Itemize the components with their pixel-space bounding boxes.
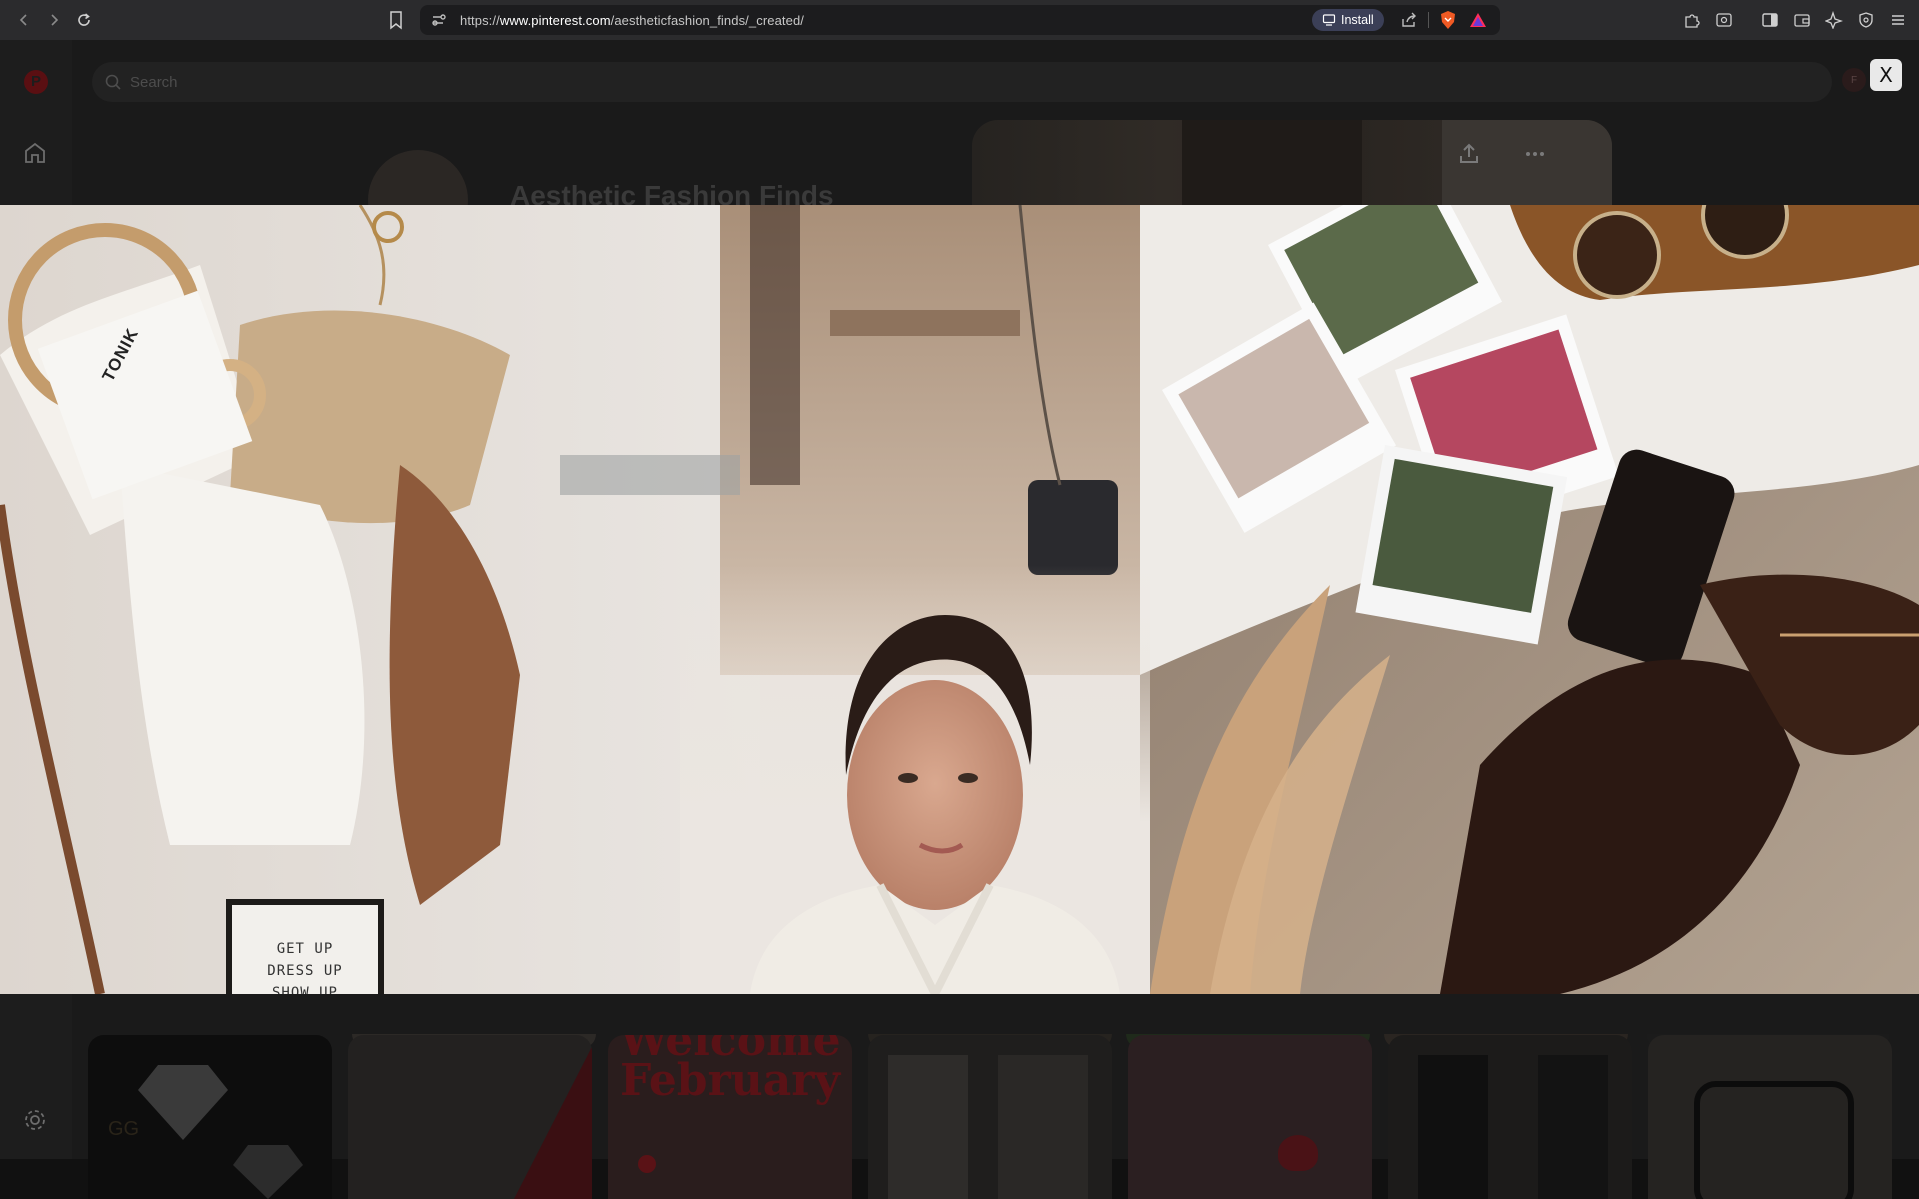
search-bar[interactable]: Search (92, 62, 1832, 102)
collage-image (0, 205, 1919, 994)
share-board-button[interactable] (1455, 140, 1483, 168)
hamburger-menu-icon (1892, 15, 1904, 25)
home-icon (25, 142, 45, 163)
monitor-download-icon (1322, 14, 1336, 26)
toolbar-right (1680, 8, 1910, 32)
search-input[interactable]: Search (130, 74, 178, 91)
share-icon (1402, 12, 1416, 27)
reload-icon (78, 13, 90, 26)
pin-tile[interactable]: Welcome February (608, 1035, 852, 1199)
site-settings-icon (432, 14, 446, 26)
red-bag-image (514, 1035, 592, 1199)
close-button[interactable]: X (1870, 59, 1902, 91)
diamond-pattern-image: GG (108, 1065, 303, 1199)
blazer-image (1538, 1055, 1608, 1199)
address-bar[interactable]: https://www.pinterest.com/aestheticfashi… (420, 5, 1500, 35)
upload-icon (1460, 143, 1478, 163)
brave-shield-icon (1441, 11, 1455, 29)
avatar[interactable]: F (1842, 68, 1866, 92)
sign-line: DRESS UP (267, 963, 343, 979)
search-icon (105, 74, 121, 90)
share-button[interactable] (1398, 9, 1420, 31)
url-text[interactable]: https://www.pinterest.com/aestheticfashi… (460, 13, 804, 28)
expanded-board-cover-image: TONIK GET UP DRESS UP SHOW UP (0, 205, 1919, 994)
divider (1428, 12, 1429, 28)
url-actions (1398, 9, 1489, 31)
more-options-button[interactable] (1521, 140, 1549, 168)
sign-line: GET UP (276, 941, 334, 957)
letter-board-text: GET UP DRESS UP SHOW UP (232, 905, 378, 994)
sidebar-icon (1762, 13, 1778, 27)
tab-search-button[interactable] (1712, 8, 1736, 32)
welcome-february-text: Welcome February (619, 1035, 841, 1106)
vpn-button[interactable] (1854, 8, 1878, 32)
vpn-icon (1859, 12, 1873, 28)
blazer-image (1418, 1055, 1488, 1199)
puzzle-icon (1685, 14, 1700, 28)
pinterest-logo-icon[interactable] (24, 70, 48, 94)
outfit-image (888, 1055, 968, 1199)
phone-image (1694, 1081, 1854, 1199)
wallet-button[interactable] (1790, 8, 1814, 32)
url-path: /aestheticfashion_finds/_created/ (610, 12, 804, 28)
url-scheme: https:// (460, 12, 500, 28)
heart-icon (1278, 1135, 1318, 1171)
chevron-right-icon (51, 14, 59, 26)
pin-tile[interactable] (1388, 1035, 1632, 1199)
nav-buttons (10, 6, 98, 34)
settings-button[interactable] (22, 1107, 48, 1133)
svg-text:GG: GG (108, 1118, 139, 1140)
back-button[interactable] (10, 6, 38, 34)
leo-ai-icon (1825, 11, 1843, 29)
pin-grid-row: GG Welcome February (88, 1035, 1892, 1199)
pin-tile[interactable] (1648, 1035, 1892, 1199)
letter-board-sign: GET UP DRESS UP SHOW UP (226, 899, 384, 994)
reload-button[interactable] (70, 6, 98, 34)
url-host: www.pinterest.com (499, 12, 611, 28)
home-nav-button[interactable] (22, 140, 48, 166)
chevron-left-icon (19, 14, 27, 26)
install-label: Install (1341, 13, 1374, 27)
outfit-image (998, 1055, 1088, 1199)
brave-rewards-icon (1470, 13, 1486, 27)
heart-icon (638, 1155, 656, 1173)
forward-button[interactable] (40, 6, 68, 34)
extensions-button[interactable] (1680, 8, 1704, 32)
brave-shields-button[interactable] (1437, 9, 1459, 31)
wallet-icon (1794, 14, 1810, 27)
gear-icon (25, 1110, 45, 1130)
pin-tile[interactable] (868, 1035, 1112, 1199)
browser-toolbar: https://www.pinterest.com/aestheticfashi… (0, 0, 1919, 40)
bookmark-button[interactable] (384, 8, 408, 32)
brave-rewards-button[interactable] (1467, 9, 1489, 31)
pin-tile[interactable] (348, 1035, 592, 1199)
main-menu-button[interactable] (1886, 8, 1910, 32)
ellipsis-icon (1526, 152, 1544, 156)
board-actions (1455, 140, 1549, 168)
leo-ai-button[interactable] (1822, 8, 1846, 32)
sign-line: SHOW UP (271, 985, 338, 994)
sidebar-toggle-button[interactable] (1758, 8, 1782, 32)
tab-search-icon (1716, 13, 1732, 27)
site-settings-button[interactable] (428, 9, 450, 31)
pin-tile[interactable] (1128, 1035, 1372, 1199)
install-app-button[interactable]: Install (1312, 9, 1384, 31)
pin-tile[interactable]: GG (88, 1035, 332, 1199)
bookmark-icon (390, 11, 402, 30)
